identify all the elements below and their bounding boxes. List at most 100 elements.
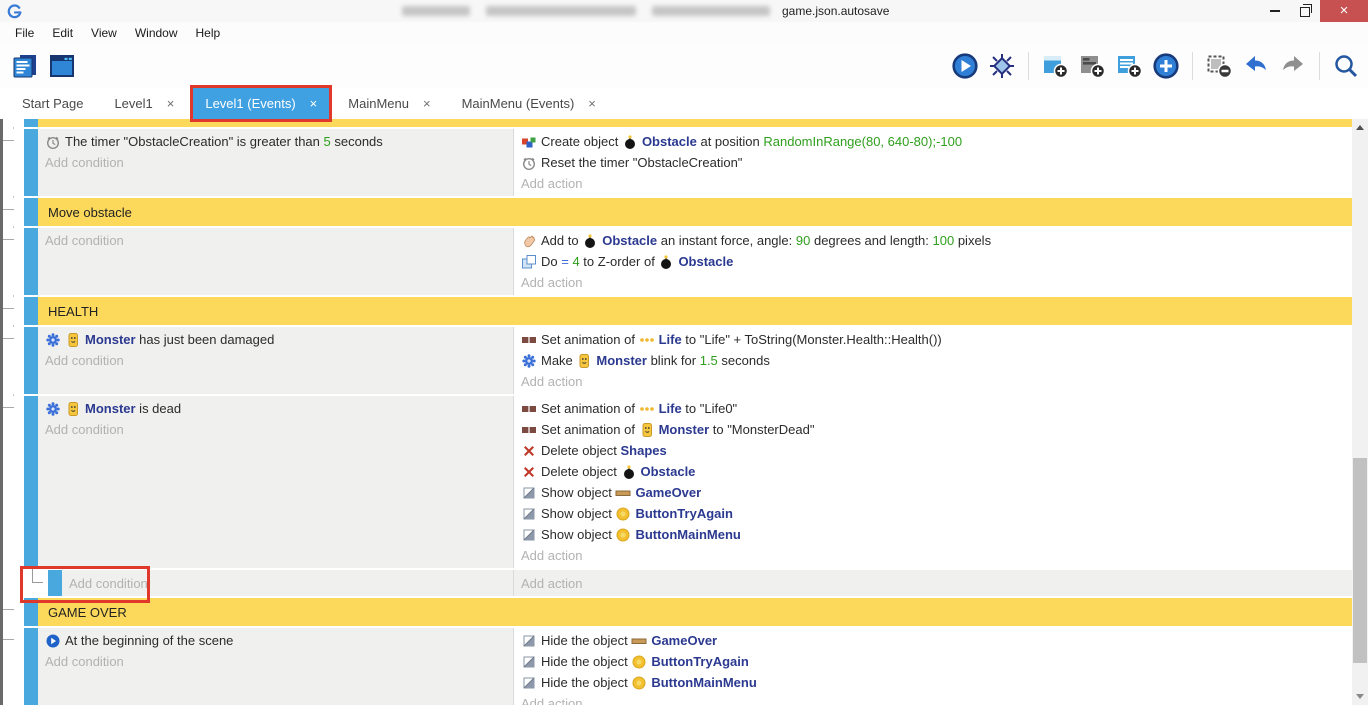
tree-connector — [3, 140, 14, 141]
action-sentence[interactable]: Show object ButtonMainMenu — [514, 524, 1352, 545]
bomb-icon — [582, 233, 598, 249]
event-drag-bar[interactable] — [24, 598, 38, 626]
visibility-icon — [521, 654, 537, 670]
event-drag-bar[interactable] — [48, 570, 62, 596]
event-drag-bar[interactable] — [24, 228, 38, 295]
debug-icon[interactable] — [985, 49, 1019, 83]
event-drag-bar[interactable] — [24, 396, 38, 568]
action-sentence[interactable]: Set animation of Life to "Life0" — [514, 398, 1352, 419]
text-segment: to "Life" + ToString(Monster.Health::Hea… — [682, 332, 942, 347]
scroll-down-button[interactable] — [1352, 688, 1368, 705]
event-drag-bar[interactable] — [24, 129, 38, 196]
action-sentence[interactable]: Add to Obstacle an instant force, angle:… — [514, 230, 1352, 251]
add-action-button[interactable]: Add action — [514, 371, 1352, 392]
action-sentence[interactable]: Show object GameOver — [514, 482, 1352, 503]
action-sentence[interactable]: Create object Obstacle at position Rando… — [514, 131, 1352, 152]
toolbar-left-group — [8, 49, 79, 83]
action-sentence[interactable]: Set animation of Monster to "MonsterDead… — [514, 419, 1352, 440]
add-condition-button[interactable]: Add condition — [38, 230, 513, 251]
add-action-button[interactable]: Add action — [514, 545, 1352, 566]
action-sentence[interactable]: Hide the object ButtonTryAgain — [514, 651, 1352, 672]
event-drag-bar[interactable] — [24, 198, 38, 226]
delete-event-icon[interactable] — [1202, 49, 1236, 83]
event-drag-bar[interactable] — [24, 628, 38, 705]
title-bar: game.json.autosave × — [0, 0, 1368, 22]
add-circle-icon[interactable] — [1149, 49, 1183, 83]
tree-gutter — [0, 198, 24, 226]
tab-mainmenu-events[interactable]: MainMenu (Events)× — [450, 88, 608, 119]
event-drag-bar[interactable] — [24, 327, 38, 394]
condition-sentence[interactable]: At the beginning of the scene — [38, 630, 513, 651]
add-action-button[interactable]: Add action — [514, 173, 1352, 194]
close-button[interactable]: × — [1320, 0, 1368, 22]
tree-connector — [3, 239, 14, 240]
condition-sentence[interactable]: Monster has just been damaged — [38, 329, 513, 350]
event-group-header[interactable]: HEALTH — [0, 297, 1352, 325]
scene-editor-icon[interactable] — [45, 49, 79, 83]
tab-level1-events[interactable]: Level1 (Events)× — [193, 88, 329, 119]
menu-item-view[interactable]: View — [82, 24, 126, 42]
undo-icon[interactable] — [1239, 49, 1273, 83]
tab-level1[interactable]: Level1× — [102, 88, 186, 119]
object-name: Obstacle — [642, 134, 697, 149]
condition-sentence[interactable]: The timer "ObstacleCreation" is greater … — [38, 131, 513, 152]
search-icon[interactable] — [1329, 49, 1363, 83]
object-name: ButtonTryAgain — [635, 506, 733, 521]
add-action-button[interactable]: Add action — [514, 272, 1352, 293]
minimize-button[interactable] — [1260, 0, 1290, 22]
gameover-icon — [615, 485, 631, 501]
action-sentence[interactable]: Hide the object GameOver — [514, 630, 1352, 651]
add-condition-button[interactable]: Add condition — [38, 350, 513, 371]
conditions-cell: At the beginning of the sceneAdd conditi… — [38, 628, 514, 705]
add-subevent-icon[interactable] — [1075, 49, 1109, 83]
tab-mainmenu[interactable]: MainMenu× — [336, 88, 442, 119]
project-manager-icon[interactable] — [8, 49, 42, 83]
add-condition-button[interactable]: Add condition — [62, 570, 148, 596]
scrollbar-thumb[interactable] — [1353, 458, 1367, 663]
event-group-header[interactable]: GAME OVER — [0, 598, 1352, 626]
action-sentence[interactable]: Set animation of Life to "Life" + ToStri… — [514, 329, 1352, 350]
menu-item-help[interactable]: Help — [187, 24, 230, 42]
add-action-button[interactable]: Add action — [514, 570, 582, 596]
condition-sentence[interactable]: Monster is dead — [38, 398, 513, 419]
add-comment-icon[interactable] — [1112, 49, 1146, 83]
text-segment: Do — [541, 254, 561, 269]
menu-item-edit[interactable]: Edit — [43, 24, 82, 42]
tree-connector — [3, 407, 14, 408]
text-segment: Hide the object — [541, 654, 631, 669]
vertical-scrollbar[interactable] — [1352, 119, 1368, 705]
action-sentence[interactable]: Hide the object ButtonMainMenu — [514, 672, 1352, 693]
add-action-button[interactable]: Add action — [514, 693, 1352, 705]
action-sentence[interactable]: Show object ButtonTryAgain — [514, 503, 1352, 524]
preview-icon[interactable] — [948, 49, 982, 83]
action-sentence[interactable]: Delete object Obstacle — [514, 461, 1352, 482]
restore-button[interactable] — [1290, 0, 1320, 22]
bomb-icon — [658, 254, 674, 270]
action-sentence[interactable]: Make Monster blink for 1.5 seconds — [514, 350, 1352, 371]
tab-close-icon[interactable]: × — [423, 96, 431, 111]
tab-close-icon[interactable]: × — [310, 96, 318, 111]
text-segment: Show object — [541, 506, 615, 521]
tab-close-icon[interactable]: × — [167, 96, 175, 111]
scroll-up-button[interactable] — [1352, 119, 1368, 136]
redo-icon[interactable] — [1276, 49, 1310, 83]
action-sentence[interactable]: Delete object Shapes — [514, 440, 1352, 461]
add-condition-button[interactable]: Add condition — [38, 651, 513, 672]
event-drag-bar[interactable] — [24, 297, 38, 325]
event-group-header[interactable]: Move obstacle — [0, 198, 1352, 226]
menu-item-file[interactable]: File — [6, 24, 43, 42]
add-event-icon[interactable] — [1038, 49, 1072, 83]
tab-bar: Start PageLevel1×Level1 (Events)×MainMen… — [0, 88, 1368, 119]
tab-close-icon[interactable]: × — [588, 96, 596, 111]
event-drag-bar[interactable] — [24, 119, 38, 127]
animation-icon — [521, 401, 537, 417]
add-condition-button[interactable]: Add condition — [38, 152, 513, 173]
action-sentence[interactable]: Do = 4 to Z-order of Obstacle — [514, 251, 1352, 272]
window-controls: × — [1260, 0, 1368, 22]
action-sentence[interactable]: Reset the timer "ObstacleCreation" — [514, 152, 1352, 173]
event-group-header-partial[interactable] — [0, 119, 1352, 127]
tab-start-page[interactable]: Start Page — [10, 88, 95, 119]
menu-item-window[interactable]: Window — [126, 24, 187, 42]
tree-connector — [3, 338, 14, 339]
add-condition-button[interactable]: Add condition — [38, 419, 513, 440]
